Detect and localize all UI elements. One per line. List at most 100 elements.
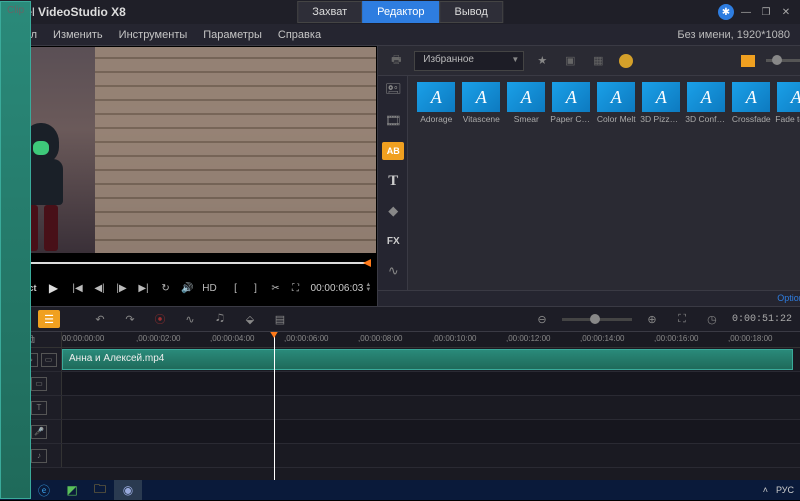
play-button[interactable]: ▶ bbox=[43, 277, 65, 299]
instant-project-icon[interactable]: 🎞 bbox=[378, 106, 408, 136]
go-start-button[interactable]: |◀ bbox=[69, 279, 87, 297]
transition-item[interactable]: AColor Melt bbox=[596, 82, 636, 124]
audio-mixer-button[interactable]: ∿ bbox=[180, 310, 200, 328]
prev-frame-button[interactable]: ◀| bbox=[91, 279, 109, 297]
tray-up-icon[interactable]: ˄ bbox=[763, 485, 768, 495]
mode-clip[interactable]: Clip bbox=[0, 1, 31, 499]
menu-edit[interactable]: Изменить bbox=[53, 29, 103, 41]
volume-button[interactable]: 🔊 bbox=[179, 279, 197, 297]
path-tab-icon[interactable]: ∿ bbox=[378, 256, 408, 286]
tab-output[interactable]: Вывод bbox=[440, 1, 503, 23]
maximize-button[interactable]: ❐ bbox=[758, 5, 774, 19]
transition-item[interactable]: A3D Confetti bbox=[686, 82, 726, 124]
playback-mode[interactable]: Project Clip bbox=[6, 283, 37, 294]
next-frame-button[interactable]: |▶ bbox=[113, 279, 131, 297]
mark-in-button[interactable]: [ bbox=[227, 279, 245, 297]
transition-item[interactable]: ASmear bbox=[506, 82, 546, 124]
transition-thumb: A bbox=[462, 82, 500, 112]
music-track-body[interactable] bbox=[62, 444, 800, 467]
fullscreen-button[interactable]: ⛶ bbox=[287, 279, 305, 297]
transition-label: Vitascene bbox=[463, 114, 500, 124]
transition-thumb: A bbox=[777, 82, 800, 112]
transition-item[interactable]: AAdorage bbox=[416, 82, 456, 124]
timecode-value: 00:00:06:03 bbox=[311, 283, 364, 294]
video-track-body[interactable]: Анна и Алексей.mp4 bbox=[62, 348, 800, 371]
hd-button[interactable]: HD bbox=[201, 279, 219, 297]
record-button[interactable]: ⦿ bbox=[150, 310, 170, 328]
import-icon[interactable]: ▦ bbox=[588, 51, 608, 71]
preview-timecode[interactable]: 00:00:06:03 ▲▼ bbox=[311, 283, 372, 294]
graphic-tab-icon[interactable]: ◆ bbox=[378, 196, 408, 226]
notification-icon[interactable]: ✱ bbox=[718, 4, 734, 20]
menu-help[interactable]: Справка bbox=[278, 29, 321, 41]
add-folder-icon[interactable]: ▣ bbox=[560, 51, 580, 71]
gold-dot-icon[interactable] bbox=[616, 51, 636, 71]
app-icon-2[interactable]: ◉ bbox=[114, 480, 142, 500]
media-tab-icon[interactable]: 🖭 bbox=[378, 76, 408, 106]
scrub-end-marker[interactable] bbox=[363, 259, 371, 267]
voice-track-body[interactable] bbox=[62, 420, 800, 443]
tab-capture[interactable]: Захват bbox=[297, 1, 362, 23]
zoom-in-button[interactable]: ⊕ bbox=[642, 310, 662, 328]
system-tray[interactable]: ˄ РУС bbox=[757, 485, 800, 495]
timeline-ruler[interactable]: 00:00:00:00,00:00:02:00,00:00:04:00,00:0… bbox=[62, 332, 800, 347]
scene-background bbox=[95, 47, 376, 253]
zoom-slider[interactable] bbox=[562, 318, 632, 321]
transitions-tab-icon[interactable]: AB bbox=[382, 142, 404, 160]
ruler-tick: ,00:00:04:00 bbox=[210, 334, 254, 343]
marker-button[interactable]: ⬙ bbox=[240, 310, 260, 328]
app-icon-1[interactable]: ◩ bbox=[58, 480, 86, 500]
ruler-tick: ,00:00:14:00 bbox=[580, 334, 624, 343]
transition-item[interactable]: A Vitascene bbox=[461, 82, 501, 124]
preview-viewport[interactable] bbox=[1, 47, 376, 253]
tab-editor[interactable]: Редактор bbox=[362, 1, 439, 23]
project-duration[interactable]: 0:00:51:22 bbox=[732, 314, 792, 325]
playhead[interactable] bbox=[274, 332, 275, 480]
library-panel: 🖶 Избранное ★ ▣ ▦ 🖭 🎞 AB T ◆ FX ∿ bbox=[378, 46, 800, 306]
video-clip[interactable]: Анна и Алексей.mp4 bbox=[62, 349, 793, 370]
transition-item[interactable]: ACrossfade bbox=[731, 82, 771, 124]
library-sidebar: 🖭 🎞 AB T ◆ FX ∿ bbox=[378, 76, 408, 290]
favorite-icon[interactable]: ★ bbox=[532, 51, 552, 71]
auto-music-button[interactable]: 🎝 bbox=[210, 310, 230, 328]
transition-item[interactable]: APaper Collage bbox=[551, 82, 591, 124]
menu-tools[interactable]: Инструменты bbox=[119, 29, 188, 41]
ie-icon[interactable]: ⓔ bbox=[30, 480, 58, 500]
lang-indicator[interactable]: РУС bbox=[776, 485, 794, 495]
transition-thumb: A bbox=[597, 82, 635, 112]
close-button[interactable]: ✕ bbox=[778, 5, 794, 19]
mark-out-button[interactable]: ] bbox=[247, 279, 265, 297]
timecode-spinner[interactable]: ▲▼ bbox=[365, 283, 371, 293]
undo-button[interactable]: ↶ bbox=[90, 310, 110, 328]
transition-thumb: A bbox=[687, 82, 725, 112]
library-category-dropdown[interactable]: Избранное bbox=[414, 51, 524, 71]
view-thumbnails-icon[interactable] bbox=[738, 51, 758, 71]
filter-tab-icon[interactable]: FX bbox=[378, 226, 408, 256]
menu-settings[interactable]: Параметры bbox=[203, 29, 262, 41]
title-tab-icon[interactable]: T bbox=[378, 166, 408, 196]
transition-label: Adorage bbox=[420, 114, 452, 124]
go-end-button[interactable]: ▶| bbox=[135, 279, 153, 297]
title-track-body[interactable] bbox=[62, 396, 800, 419]
music-track-icon: ♪ bbox=[31, 449, 47, 463]
scrub-bar[interactable] bbox=[6, 256, 371, 270]
print-icon[interactable]: 🖶 bbox=[386, 51, 406, 71]
transition-item[interactable]: A3D Pizza Bo... bbox=[641, 82, 681, 124]
ruler-tick: ,00:00:10:00 bbox=[432, 334, 476, 343]
overlay-track-body[interactable] bbox=[62, 372, 800, 395]
timeline-panel: ⧉ 00:00:00:00,00:00:02:00,00:00:04:00,00… bbox=[0, 332, 800, 480]
window-controls: ✱ — ❐ ✕ bbox=[718, 4, 794, 20]
explorer-icon[interactable]: 🗀 bbox=[86, 480, 114, 500]
track-manager-button[interactable]: ▤ bbox=[270, 310, 290, 328]
redo-button[interactable]: ↷ bbox=[120, 310, 140, 328]
timeline-view-button[interactable]: ☰ bbox=[38, 310, 60, 328]
minimize-button[interactable]: — bbox=[738, 5, 754, 19]
thumbnail-size-slider[interactable] bbox=[766, 59, 800, 62]
options-link[interactable]: Options ⌄ bbox=[777, 293, 800, 304]
repeat-button[interactable]: ↻ bbox=[157, 279, 175, 297]
fit-timeline-button[interactable]: ⛶ bbox=[672, 310, 692, 328]
zoom-out-button[interactable]: ⊖ bbox=[532, 310, 552, 328]
split-button[interactable]: ✂ bbox=[267, 279, 285, 297]
transition-item[interactable]: AFade to black bbox=[776, 82, 800, 124]
ruler-tick: ,00:00:08:00 bbox=[358, 334, 402, 343]
